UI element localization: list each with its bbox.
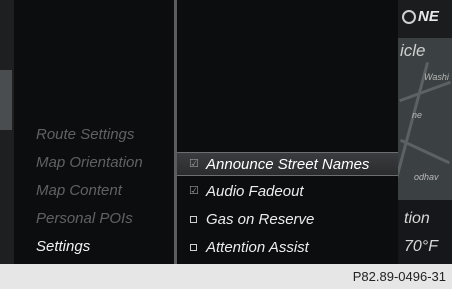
figure-code: P82.89-0496-31 bbox=[352, 269, 446, 284]
map-edge-strip bbox=[0, 0, 14, 264]
navigation-screen: Route Settings Map Orientation Map Conte… bbox=[0, 0, 452, 264]
outside-temperature: 70°F bbox=[404, 238, 438, 255]
checkbox-unchecked-icon bbox=[190, 216, 197, 223]
map-street-label: odhav bbox=[414, 172, 439, 182]
map-street-label: Washi bbox=[424, 72, 449, 82]
menu-item-map-orientation[interactable]: Map Orientation bbox=[36, 154, 143, 171]
submenu-item-label: Gas on Reserve bbox=[206, 211, 315, 228]
map-route-text: icle bbox=[400, 41, 426, 60]
menu-item-map-content[interactable]: Map Content bbox=[36, 182, 122, 199]
submenu-item-label: Announce Street Names bbox=[206, 156, 370, 173]
compass-icon bbox=[402, 10, 416, 25]
figure-footer: P82.89-0496-31 bbox=[0, 264, 452, 289]
map-fragment bbox=[0, 70, 12, 130]
map-street-label: ne bbox=[412, 110, 423, 120]
checkbox-checked-icon: ☑ bbox=[189, 158, 199, 170]
submenu-item-audio-fadeout[interactable]: ☑ Audio Fadeout bbox=[177, 180, 399, 204]
menu-item-personal-pois[interactable]: Personal POIs bbox=[36, 210, 133, 227]
menu-item-settings[interactable]: Settings bbox=[36, 238, 90, 255]
checkbox-checked-icon: ☑ bbox=[189, 185, 199, 197]
submenu-item-gas-on-reserve[interactable]: Gas on Reserve bbox=[177, 208, 399, 232]
submenu-item-label: Attention Assist bbox=[206, 239, 309, 256]
menu-item-route-settings[interactable]: Route Settings bbox=[36, 126, 134, 143]
submenu-item-attention-assist[interactable]: Attention Assist bbox=[177, 236, 399, 260]
submenu-item-label: Audio Fadeout bbox=[206, 183, 304, 200]
checkbox-unchecked-icon bbox=[190, 244, 197, 251]
map-info-text: tion bbox=[404, 210, 430, 227]
compass-heading: NE bbox=[402, 8, 450, 30]
submenu-item-announce-street-names[interactable]: ☑ Announce Street Names bbox=[177, 152, 399, 176]
